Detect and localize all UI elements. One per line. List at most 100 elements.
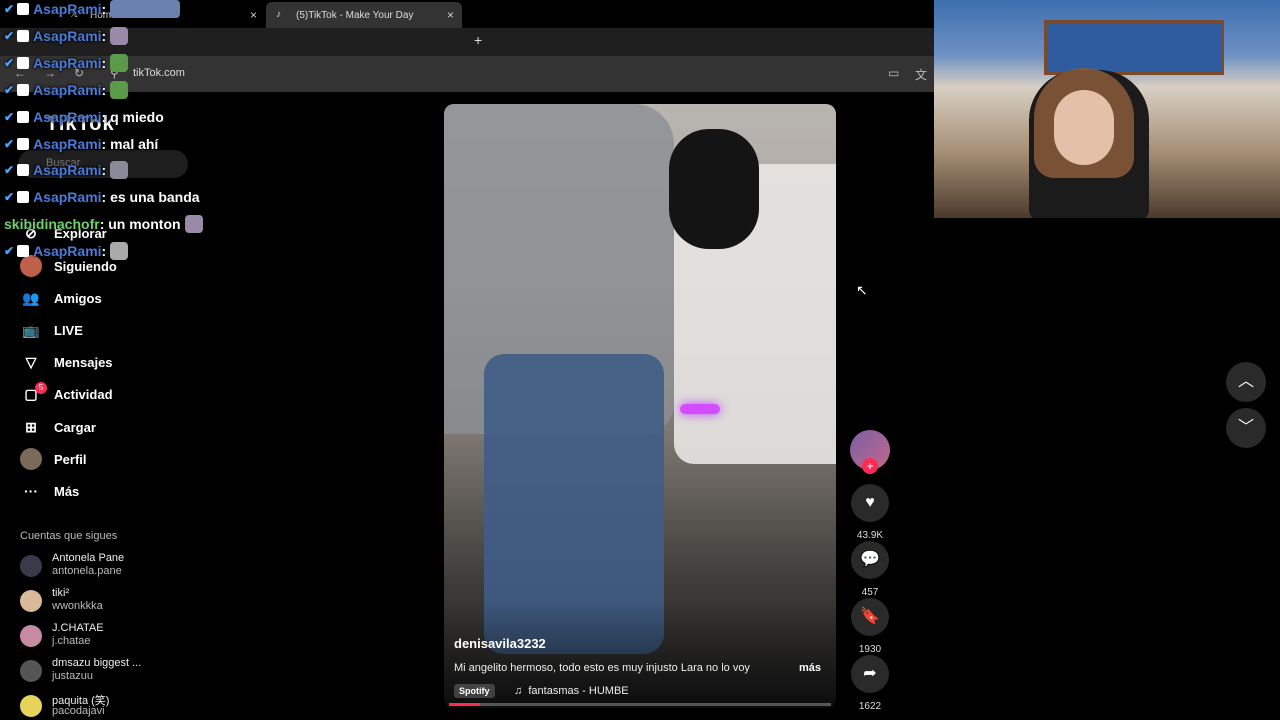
- more-button[interactable]: más: [799, 662, 821, 674]
- tab-bar: [0, 28, 934, 56]
- send-icon: ▽: [25, 353, 37, 370]
- following-user: j.chatae: [52, 635, 91, 647]
- share-count: 1622: [858, 701, 882, 712]
- nav-actividad[interactable]: ▢ Actividad: [20, 381, 200, 407]
- avatar: [20, 448, 42, 470]
- chat-message: ✔ AsapRami:: [4, 159, 129, 181]
- nav-perfil[interactable]: Perfil: [20, 446, 200, 472]
- badge-icon: [17, 30, 30, 42]
- save-count: 1930: [858, 644, 882, 655]
- video-username[interactable]: denisavila3232: [454, 636, 546, 651]
- chat-text: : un monton: [99, 216, 181, 232]
- video-progress[interactable]: [449, 703, 831, 706]
- following-name: dmsazu biggest ...: [52, 657, 142, 669]
- plus-square-icon: ⊞: [25, 418, 37, 435]
- close-icon[interactable]: ×: [250, 8, 257, 22]
- verified-icon: ✔: [4, 83, 15, 97]
- translate-icon[interactable]: 文: [915, 66, 927, 83]
- chat-user: AsapRami: [33, 162, 102, 178]
- tab-tiktok[interactable]: ♪ (5)TikTok - Make Your Day ×: [266, 2, 462, 28]
- following-item[interactable]: dmsazu biggest ... justazuu: [20, 657, 200, 687]
- chat-user: AsapRami: [33, 136, 102, 152]
- emote-icon: [110, 54, 129, 72]
- save-button[interactable]: 🔖 1930: [850, 598, 890, 655]
- chat-text: :: [101, 162, 107, 178]
- users-icon: 👥: [22, 289, 40, 306]
- following-user: pacodajavi: [52, 705, 105, 717]
- like-count: 43.9K: [856, 530, 884, 541]
- video-content: [669, 129, 759, 249]
- progress-fill: [449, 703, 480, 706]
- following-item[interactable]: tiki² wwonkkka: [20, 587, 200, 617]
- comment-icon: 💬: [851, 541, 889, 579]
- webcam-background: [1044, 20, 1224, 75]
- emote-icon: [184, 215, 203, 233]
- heart-icon: ♥: [851, 484, 889, 522]
- next-video-button[interactable]: ﹀: [1226, 408, 1266, 448]
- chat-text: : mal ahí: [101, 136, 159, 152]
- nav-mas[interactable]: ··· Más: [20, 478, 200, 504]
- close-icon[interactable]: ×: [447, 8, 454, 22]
- badge-icon: [17, 3, 30, 15]
- following-item[interactable]: Antonela Pane antonela.pane: [20, 552, 200, 582]
- following-user: justazuu: [52, 670, 93, 682]
- nav-label: LIVE: [54, 322, 83, 338]
- verified-icon: ✔: [4, 110, 15, 124]
- nav-label: Mensajes: [54, 354, 113, 370]
- spotify-badge[interactable]: Spotify: [454, 684, 495, 698]
- verified-icon: ✔: [4, 56, 15, 70]
- avatar: [20, 660, 42, 682]
- comment-button[interactable]: 💬 457: [850, 541, 890, 598]
- verified-icon: ✔: [4, 244, 15, 258]
- nav-live[interactable]: 📺 LIVE: [20, 317, 200, 343]
- badge-icon: [17, 138, 30, 150]
- chat-text: :: [101, 55, 107, 71]
- chat-user: AsapRami: [33, 82, 102, 98]
- tiktok-icon: ♪: [276, 9, 281, 20]
- following-item[interactable]: J.CHATAE j.chatae: [20, 622, 200, 652]
- video-description: Mi angelito hermoso, todo esto es muy in…: [454, 662, 750, 674]
- verified-icon: ✔: [4, 163, 15, 177]
- more-icon: ···: [24, 483, 38, 499]
- like-button[interactable]: ♥ 43.9K: [850, 484, 890, 541]
- following-name: Antonela Pane: [52, 552, 125, 564]
- badge-icon: [17, 111, 30, 123]
- video-overlay: [444, 598, 836, 708]
- music-label[interactable]: ♫ fantasmas - HUMBE: [514, 685, 629, 697]
- chat-text: :: [101, 28, 107, 44]
- follow-plus-icon[interactable]: +: [862, 458, 878, 474]
- cast-icon[interactable]: ▭: [888, 66, 899, 80]
- video-player[interactable]: denisavila3232 Mi angelito hermoso, todo…: [444, 104, 836, 708]
- following-title: Cuentas que sigues: [20, 530, 118, 542]
- comment-count: 457: [861, 587, 879, 598]
- following-item[interactable]: paquita (笑) pacodajavi: [20, 692, 200, 720]
- nav-label: Más: [54, 483, 80, 499]
- nav-cargar[interactable]: ⊞ Cargar: [20, 414, 200, 440]
- chat-user: skibidinachofr: [4, 216, 100, 232]
- chat-message: ✔ AsapRami: es una banda: [4, 186, 200, 208]
- nav-label: Cargar: [54, 419, 96, 435]
- new-tab-button[interactable]: +: [474, 32, 482, 48]
- bookmark-icon: 🔖: [851, 598, 889, 636]
- music-title: fantasmas - HUMBE: [528, 685, 629, 697]
- nav-mensajes[interactable]: ▽ Mensajes: [20, 349, 200, 375]
- nav-label: Actividad: [54, 386, 113, 402]
- url-field[interactable]: tikTok.com: [133, 67, 185, 79]
- mouse-cursor-icon: ↖: [856, 282, 868, 298]
- avatar: [20, 625, 42, 647]
- chevron-down-icon: ﹀: [1237, 419, 1254, 436]
- chat-text: :: [101, 82, 107, 98]
- chat-text: :: [101, 1, 107, 17]
- badge-icon: [17, 164, 30, 176]
- chat-message: ✔ AsapRami: mal ahí: [4, 133, 158, 155]
- badge-icon: [17, 84, 30, 96]
- previous-video-button[interactable]: ︿: [1226, 362, 1266, 402]
- verified-icon: ✔: [4, 29, 15, 43]
- emote-icon: [110, 81, 129, 99]
- tab-label: (5)TikTok - Make Your Day: [296, 9, 414, 21]
- nav-amigos[interactable]: 👥 Amigos: [20, 285, 200, 311]
- chevron-up-icon: ︿: [1237, 373, 1254, 390]
- share-button[interactable]: ➦ 1622: [850, 655, 890, 712]
- chat-text: : q miedo: [101, 109, 164, 125]
- following-user: antonela.pane: [52, 565, 122, 577]
